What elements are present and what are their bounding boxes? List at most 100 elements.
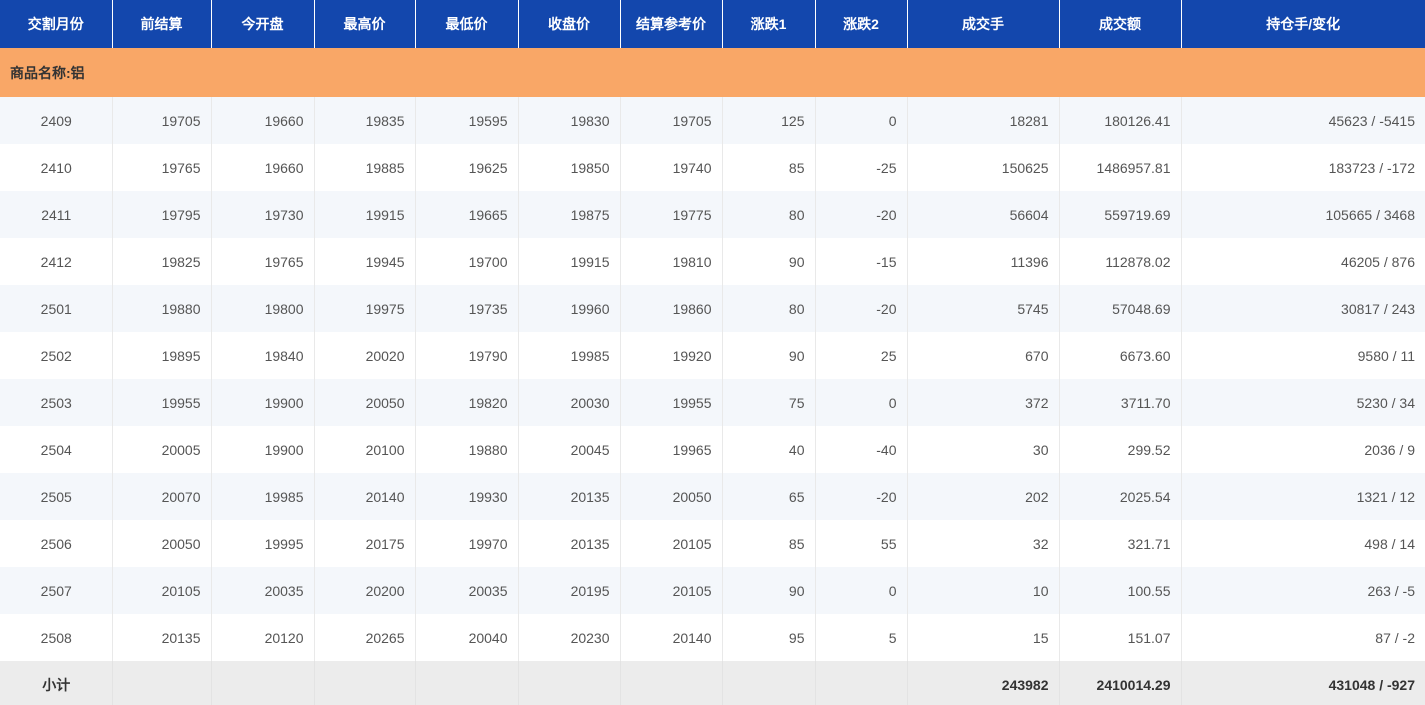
- cell-open-interest-change: 183723 / -172: [1181, 144, 1425, 191]
- cell-change2: -40: [815, 426, 907, 473]
- cell-turnover: 3711.70: [1059, 379, 1181, 426]
- cell-volume: 10: [907, 567, 1059, 614]
- cell-open-interest-change: 9580 / 11: [1181, 332, 1425, 379]
- cell-prev-settle: 20070: [112, 473, 211, 520]
- cell-high: 20100: [314, 426, 415, 473]
- cell-open-interest-change: 105665 / 3468: [1181, 191, 1425, 238]
- cell-settle-ref: 20105: [620, 567, 722, 614]
- subtotal-label: 小计: [0, 661, 112, 705]
- cell-turnover: 2025.54: [1059, 473, 1181, 520]
- table-row: 250520070199852014019930201352005065-202…: [0, 473, 1425, 520]
- column-header-month: 交割月份: [0, 0, 112, 48]
- cell-change2: 0: [815, 97, 907, 144]
- cell-high: 19885: [314, 144, 415, 191]
- cell-volume: 11396: [907, 238, 1059, 285]
- table-row: 2508201352012020265200402023020140955151…: [0, 614, 1425, 661]
- cell-settle-ref: 20140: [620, 614, 722, 661]
- cell-month: 2502: [0, 332, 112, 379]
- table-row: 250420005199002010019880200451996540-403…: [0, 426, 1425, 473]
- cell-change1: 95: [722, 614, 815, 661]
- cell-month: 2505: [0, 473, 112, 520]
- cell-turnover: 559719.69: [1059, 191, 1181, 238]
- cell-high: 20140: [314, 473, 415, 520]
- cell-prev-settle: 19825: [112, 238, 211, 285]
- cell-turnover: 57048.69: [1059, 285, 1181, 332]
- cell-change2: -20: [815, 473, 907, 520]
- subtotal-empty-cell: [518, 661, 620, 705]
- cell-change2: 0: [815, 567, 907, 614]
- cell-close: 19985: [518, 332, 620, 379]
- cell-low: 19625: [415, 144, 518, 191]
- cell-close: 20030: [518, 379, 620, 426]
- cell-open: 20035: [211, 567, 314, 614]
- cell-change2: 55: [815, 520, 907, 567]
- subtotal-empty-cell: [722, 661, 815, 705]
- cell-close: 19830: [518, 97, 620, 144]
- cell-change2: 0: [815, 379, 907, 426]
- cell-open: 19660: [211, 144, 314, 191]
- cell-high: 19915: [314, 191, 415, 238]
- cell-change1: 80: [722, 285, 815, 332]
- cell-change2: -20: [815, 285, 907, 332]
- cell-open: 19995: [211, 520, 314, 567]
- cell-open: 20120: [211, 614, 314, 661]
- table-header: 交割月份 前结算 今开盘 最高价 最低价 收盘价 结算参考价 涨跌1 涨跌2 成…: [0, 0, 1425, 48]
- cell-close: 19960: [518, 285, 620, 332]
- cell-open: 19765: [211, 238, 314, 285]
- cell-open: 19730: [211, 191, 314, 238]
- market-quotes-page: 交割月份 前结算 今开盘 最高价 最低价 收盘价 结算参考价 涨跌1 涨跌2 成…: [0, 0, 1425, 705]
- cell-volume: 56604: [907, 191, 1059, 238]
- cell-low: 19970: [415, 520, 518, 567]
- cell-turnover: 112878.02: [1059, 238, 1181, 285]
- cell-prev-settle: 20135: [112, 614, 211, 661]
- cell-turnover: 299.52: [1059, 426, 1181, 473]
- cell-volume: 15: [907, 614, 1059, 661]
- cell-open-interest-change: 498 / 14: [1181, 520, 1425, 567]
- subtotal-empty-cell: [415, 661, 518, 705]
- cell-settle-ref: 19860: [620, 285, 722, 332]
- subtotal-row: 小计 243982 2410014.29 431048 / -927: [0, 661, 1425, 705]
- cell-month: 2412: [0, 238, 112, 285]
- subtotal-empty-cell: [620, 661, 722, 705]
- column-header-settle-ref: 结算参考价: [620, 0, 722, 48]
- cell-volume: 150625: [907, 144, 1059, 191]
- subtotal-turnover: 2410014.29: [1059, 661, 1181, 705]
- subtotal-open-interest-change: 431048 / -927: [1181, 661, 1425, 705]
- cell-close: 20230: [518, 614, 620, 661]
- cell-prev-settle: 19795: [112, 191, 211, 238]
- cell-prev-settle: 20005: [112, 426, 211, 473]
- cell-change1: 85: [722, 520, 815, 567]
- cell-turnover: 151.07: [1059, 614, 1181, 661]
- cell-low: 19820: [415, 379, 518, 426]
- cell-open: 19985: [211, 473, 314, 520]
- cell-low: 19665: [415, 191, 518, 238]
- cell-change2: 5: [815, 614, 907, 661]
- cell-month: 2506: [0, 520, 112, 567]
- cell-open: 19900: [211, 426, 314, 473]
- column-header-open: 今开盘: [211, 0, 314, 48]
- column-header-prev-settle: 前结算: [112, 0, 211, 48]
- cell-close: 20045: [518, 426, 620, 473]
- cell-settle-ref: 19965: [620, 426, 722, 473]
- cell-prev-settle: 20050: [112, 520, 211, 567]
- commodity-group: 商品名称:铝: [0, 48, 1425, 97]
- cell-open-interest-change: 45623 / -5415: [1181, 97, 1425, 144]
- cell-month: 2508: [0, 614, 112, 661]
- cell-prev-settle: 19955: [112, 379, 211, 426]
- cell-change1: 40: [722, 426, 815, 473]
- column-header-close: 收盘价: [518, 0, 620, 48]
- cell-low: 19880: [415, 426, 518, 473]
- cell-volume: 5745: [907, 285, 1059, 332]
- cell-change1: 85: [722, 144, 815, 191]
- table-row: 2507201052003520200200352019520105900101…: [0, 567, 1425, 614]
- table-row: 2409197051966019835195951983019705125018…: [0, 97, 1425, 144]
- cell-close: 19850: [518, 144, 620, 191]
- cell-change1: 125: [722, 97, 815, 144]
- cell-month: 2501: [0, 285, 112, 332]
- cell-change2: -25: [815, 144, 907, 191]
- cell-change2: 25: [815, 332, 907, 379]
- column-header-change1: 涨跌1: [722, 0, 815, 48]
- table-row: 241019765196601988519625198501974085-251…: [0, 144, 1425, 191]
- cell-low: 19595: [415, 97, 518, 144]
- cell-settle-ref: 19740: [620, 144, 722, 191]
